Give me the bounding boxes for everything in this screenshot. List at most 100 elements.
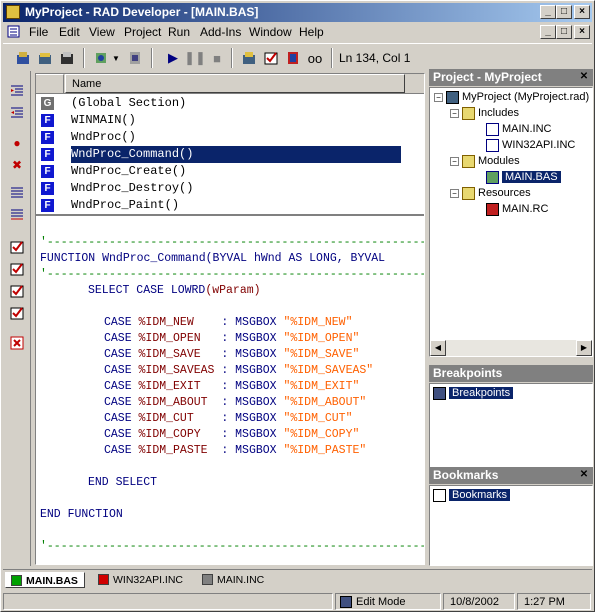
close-icon[interactable]: ✕ bbox=[578, 71, 590, 83]
procedure-name: WndProc_Destroy() bbox=[71, 181, 194, 195]
exit-icon[interactable] bbox=[7, 333, 27, 353]
menu-add-ins[interactable]: Add-Ins bbox=[200, 25, 241, 39]
menu-bar: File Edit View Project Run Add-Ins Windo… bbox=[3, 23, 592, 41]
properties-icon[interactable] bbox=[261, 48, 281, 68]
close-icon[interactable]: ✕ bbox=[578, 469, 590, 481]
procedure-item[interactable]: F WINMAIN() bbox=[36, 112, 406, 129]
keyword: : MSGBOX bbox=[221, 396, 284, 409]
project-panel-title-text: Project - MyProject bbox=[433, 70, 542, 84]
menu-help[interactable]: Help bbox=[299, 25, 324, 39]
keyword: : MSGBOX bbox=[221, 428, 284, 441]
new-project-icon[interactable] bbox=[13, 48, 33, 68]
breakpoints-item[interactable]: Breakpoints bbox=[433, 386, 514, 401]
procedure-name: WndProc() bbox=[71, 130, 136, 144]
procedure-item[interactable]: F WndProc_Create() bbox=[36, 163, 406, 180]
toggle-bookmark-icon[interactable] bbox=[7, 237, 27, 257]
menu-run[interactable]: Run bbox=[168, 25, 190, 39]
tab-main-inc[interactable]: MAIN.INC bbox=[197, 572, 277, 588]
menu-edit[interactable]: Edit bbox=[59, 25, 80, 39]
indent-icon[interactable] bbox=[7, 81, 27, 101]
find-icon[interactable]: oo bbox=[305, 48, 325, 68]
tree-file[interactable]: MAIN.INC bbox=[486, 122, 552, 137]
run-icon[interactable]: ▶ bbox=[163, 48, 183, 68]
status-time: 1:27 PM bbox=[517, 593, 591, 610]
collapse-icon[interactable]: − bbox=[450, 156, 459, 166]
tree-folder-modules[interactable]: − Modules bbox=[450, 154, 520, 169]
status-bar: Edit Mode 10/8/2002 1:27 PM bbox=[3, 591, 592, 611]
tree-file[interactable]: WIN32API.INC bbox=[486, 138, 575, 153]
stop-icon[interactable]: ■ bbox=[207, 48, 227, 68]
procedure-item-selected[interactable]: F WndProc_Command() bbox=[36, 146, 406, 163]
maximize-button[interactable]: □ bbox=[556, 5, 572, 19]
keyword: : MSGBOX bbox=[221, 412, 284, 425]
clear-breakpoints-icon[interactable]: ✖ bbox=[7, 155, 27, 175]
constant: %IDM_PASTE bbox=[138, 444, 222, 457]
tab-win32api-inc[interactable]: WIN32API.INC bbox=[93, 572, 193, 588]
mdi-restore-button[interactable]: □ bbox=[556, 25, 572, 39]
horizontal-scrollbar[interactable]: ◀ ▶ bbox=[430, 340, 592, 356]
mdi-close-button[interactable]: × bbox=[574, 25, 590, 39]
procedure-item[interactable]: G (Global Section) bbox=[36, 95, 406, 112]
toggle-breakpoint-icon[interactable]: ● bbox=[7, 133, 27, 153]
breakpoints-label: Breakpoints bbox=[449, 387, 514, 399]
tree-file-selected[interactable]: MAIN.BAS bbox=[486, 170, 561, 185]
app-window: MyProject - RAD Developer - [MAIN.BAS] _… bbox=[0, 0, 595, 612]
debug-icon[interactable] bbox=[125, 48, 145, 68]
tree-file[interactable]: MAIN.RC bbox=[486, 202, 548, 217]
pause-icon[interactable]: ❚❚ bbox=[184, 48, 206, 68]
menu-window[interactable]: Window bbox=[249, 25, 292, 39]
document-icon[interactable] bbox=[5, 23, 21, 39]
tree-folder-includes[interactable]: − Includes bbox=[450, 106, 519, 121]
bookmarks-item[interactable]: Bookmarks bbox=[433, 488, 511, 503]
code-line-case: CASE %IDM_COPY : MSGBOX "%IDM_COPY" bbox=[104, 427, 359, 443]
editor-toolbar: ● ✖ bbox=[3, 71, 31, 566]
header-spacer bbox=[36, 74, 64, 93]
scroll-left-icon[interactable]: ◀ bbox=[430, 340, 446, 356]
code-line-case: CASE %IDM_ABOUT : MSGBOX "%IDM_ABOUT" bbox=[104, 395, 366, 411]
constant: %IDM_OPEN bbox=[138, 332, 222, 345]
bookmarks-list: Bookmarks bbox=[429, 485, 593, 566]
next-bookmark-icon[interactable] bbox=[7, 259, 27, 279]
chevron-down-icon[interactable]: ▼ bbox=[111, 48, 121, 68]
menu-view[interactable]: View bbox=[89, 25, 115, 39]
collapse-icon[interactable]: − bbox=[450, 188, 459, 198]
save-project-icon[interactable] bbox=[57, 48, 77, 68]
tab-main-bas[interactable]: MAIN.BAS bbox=[5, 572, 85, 588]
keyword: CASE bbox=[104, 428, 139, 441]
function-icon: F bbox=[41, 114, 54, 127]
compile-icon[interactable] bbox=[91, 48, 111, 68]
app-icon[interactable] bbox=[6, 5, 20, 19]
comment-block-icon[interactable] bbox=[7, 183, 27, 203]
clear-bookmarks-icon[interactable] bbox=[7, 303, 27, 323]
keyword: CASE bbox=[104, 348, 139, 361]
constant: %IDM_SAVE bbox=[138, 348, 222, 361]
folder-icon bbox=[462, 186, 475, 200]
add-module-icon[interactable] bbox=[239, 48, 259, 68]
tree-root[interactable]: − MyProject (MyProject.rad) bbox=[434, 90, 589, 105]
minimize-button[interactable]: _ bbox=[540, 5, 556, 19]
close-button[interactable]: × bbox=[574, 5, 590, 19]
collapse-icon[interactable]: − bbox=[434, 92, 443, 102]
code-editor[interactable]: '---------------------------------------… bbox=[36, 219, 424, 564]
open-project-icon[interactable] bbox=[35, 48, 55, 68]
constant: %IDM_ABOUT bbox=[138, 396, 222, 409]
tree-root-label: MyProject (MyProject.rad) bbox=[462, 91, 590, 103]
procedure-item[interactable]: F WndProc_Destroy() bbox=[36, 180, 406, 197]
code-line-select: SELECT CASE LOWRD(wParam) bbox=[88, 283, 261, 299]
collapse-icon[interactable]: − bbox=[450, 108, 459, 118]
outdent-icon[interactable] bbox=[7, 103, 27, 123]
uncomment-block-icon[interactable] bbox=[7, 205, 27, 225]
keyword: CASE bbox=[104, 396, 139, 409]
menu-project[interactable]: Project bbox=[124, 25, 161, 39]
tree-folder-resources[interactable]: − Resources bbox=[450, 186, 531, 201]
scroll-right-icon[interactable]: ▶ bbox=[576, 340, 592, 356]
mdi-minimize-button[interactable]: _ bbox=[540, 25, 556, 39]
resource-icon[interactable] bbox=[283, 48, 303, 68]
code-line-function: FUNCTION WndProc_Command(BYVAL hWnd AS L… bbox=[40, 251, 385, 267]
name-column-header[interactable]: Name bbox=[65, 74, 405, 93]
previous-bookmark-icon[interactable] bbox=[7, 281, 27, 301]
menu-file[interactable]: File bbox=[29, 25, 48, 39]
procedure-item[interactable]: F WndProc() bbox=[36, 129, 406, 146]
procedure-item[interactable]: F WndProc_Paint() bbox=[36, 197, 406, 214]
title-bar[interactable]: MyProject - RAD Developer - [MAIN.BAS] _… bbox=[3, 3, 592, 22]
